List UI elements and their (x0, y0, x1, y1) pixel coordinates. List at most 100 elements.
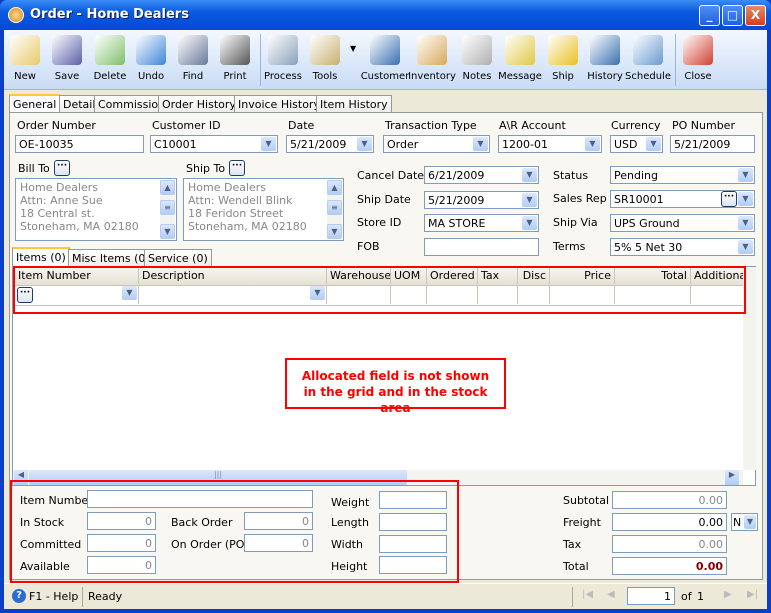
message-icon (505, 35, 535, 65)
chevron-down-icon[interactable]: ▼ (522, 168, 537, 182)
tab-item-history[interactable]: Item History (316, 95, 392, 113)
address-line: 18 Central st. (20, 207, 95, 220)
boxes-icon (417, 35, 447, 65)
freight-option-combo[interactable]: N ▼ (731, 513, 758, 531)
help-label[interactable]: F1 - Help (29, 590, 78, 603)
new-document-icon (10, 35, 40, 65)
chevron-down-icon[interactable]: ▼ (738, 168, 753, 182)
calendar-clock-icon (633, 35, 663, 65)
ar-account-combo[interactable]: 1200-01 ▼ (498, 135, 602, 153)
maximize-button[interactable]: □ (722, 5, 743, 26)
last-page-icon[interactable]: ▶| (747, 589, 758, 600)
chevron-down-icon[interactable]: ▼ (744, 515, 756, 529)
fob-field[interactable] (424, 238, 539, 256)
chevron-down-icon[interactable]: ▼ (261, 137, 276, 151)
page-number-field[interactable]: 1 (627, 587, 675, 605)
store-id-label: Store ID (357, 216, 402, 229)
ship-via-label: Ship Via (553, 216, 598, 229)
ar-account-value: 1200-01 (502, 138, 548, 151)
subtotal-label: Subtotal (563, 494, 610, 507)
scroll-down-icon[interactable]: ▼ (160, 224, 175, 239)
tab-service[interactable]: Service (0) (144, 249, 212, 267)
order-number-label: Order Number (17, 119, 96, 132)
tools-dropdown-arrow-icon[interactable]: ▼ (350, 44, 356, 53)
toolbar-button-schedule[interactable]: Schedule (625, 33, 671, 87)
scroll-right-icon[interactable]: ▶ (725, 470, 739, 485)
chevron-down-icon[interactable]: ▼ (473, 137, 488, 151)
chevron-down-icon[interactable]: ▼ (357, 137, 372, 151)
previous-page-icon[interactable]: ◀ (607, 589, 615, 600)
scroll-down-icon[interactable]: ▼ (327, 224, 342, 239)
scroll-thumb[interactable]: ≡ (327, 200, 342, 215)
ship-date-picker[interactable]: 5/21/2009 ▼ (424, 191, 539, 209)
cancel-date-picker[interactable]: 6/21/2009 ▼ (424, 166, 539, 184)
ship-via-combo[interactable]: UPS Ground ▼ (610, 214, 755, 232)
address-line: 18 Feridon Street (188, 207, 284, 220)
tab-order-history[interactable]: Order History (158, 95, 240, 113)
customer-id-label: Customer ID (152, 119, 221, 132)
bill-to-browse-button[interactable]: ··· (54, 160, 70, 176)
tab-misc-items[interactable]: Misc Items (0) (68, 249, 154, 267)
tab-invoice-history[interactable]: Invoice History (234, 95, 324, 113)
recycle-bin-icon (95, 35, 125, 65)
sales-rep-label: Sales Rep (553, 192, 607, 205)
status-divider (82, 587, 83, 607)
customer-person-icon (370, 35, 400, 65)
close-window-icon (683, 35, 713, 65)
scroll-up-icon[interactable]: ▲ (327, 180, 342, 195)
order-number-field[interactable]: OE-10035 (15, 135, 144, 153)
toolbar-button-tools[interactable]: Tools (303, 33, 347, 87)
help-icon[interactable]: ? (12, 589, 26, 603)
address-line: Attn: Wendell Blink (188, 194, 293, 207)
address-line: Home Dealers (20, 181, 99, 194)
toolbar-button-close[interactable]: Close (676, 33, 720, 87)
notepad-pen-icon (462, 35, 492, 65)
ship-to-browse-button[interactable]: ··· (229, 160, 245, 176)
chevron-down-icon[interactable]: ▼ (646, 137, 661, 151)
tab-items[interactable]: Items (0) (12, 247, 70, 266)
vertical-scrollbar[interactable]: ▲ ≡ ▼ (160, 180, 175, 239)
currency-label: Currency (611, 119, 661, 132)
tax-field: 0.00 (612, 535, 727, 553)
first-page-icon[interactable]: |◀ (582, 589, 593, 600)
chevron-down-icon[interactable]: ▼ (585, 137, 600, 151)
scroll-up-icon[interactable]: ▲ (160, 180, 175, 195)
date-picker[interactable]: 5/21/2009 ▼ (286, 135, 374, 153)
app-icon (8, 7, 24, 23)
status-bar: ? F1 - Help Ready |◀ ◀ 1 of 1 ▶ ▶| (4, 583, 767, 609)
tab-general[interactable]: General (9, 94, 61, 113)
status-label: Status (553, 169, 589, 182)
vertical-scrollbar[interactable]: ▲ ≡ ▼ (327, 180, 342, 239)
minimize-button[interactable]: _ (699, 5, 720, 26)
chevron-down-icon[interactable]: ▼ (738, 216, 753, 230)
person-hourglass-icon (590, 35, 620, 65)
toolbar-button-print[interactable]: Print (213, 33, 257, 87)
close-window-button[interactable]: X (745, 5, 766, 26)
bill-to-address[interactable]: Home Dealers Attn: Anne Sue 18 Central st.… (15, 178, 177, 241)
sales-rep-combo[interactable]: SR10001 ··· ▼ (610, 190, 755, 208)
next-page-icon[interactable]: ▶ (724, 589, 732, 600)
ship-to-address[interactable]: Home Dealers Attn: Wendell Blink 18 Ferido… (183, 178, 344, 241)
chevron-down-icon[interactable]: ▼ (738, 240, 753, 254)
floppy-disk-icon (52, 35, 82, 65)
chevron-down-icon[interactable]: ▼ (522, 216, 537, 230)
po-number-field[interactable]: 5/21/2009 (670, 135, 755, 153)
customer-id-combo[interactable]: C10001 ▼ (150, 135, 278, 153)
status-combo[interactable]: Pending ▼ (610, 166, 755, 184)
toolbar-button-customer[interactable]: Customer (361, 33, 409, 87)
transaction-type-combo[interactable]: Order ▼ (383, 135, 490, 153)
toolbar-button-label: Close (684, 71, 712, 82)
currency-value: USD (614, 138, 638, 151)
forklift-icon (548, 35, 578, 65)
status-text: Ready (88, 590, 123, 603)
chevron-down-icon[interactable]: ▼ (522, 193, 537, 207)
address-line: Attn: Anne Sue (20, 194, 103, 207)
scroll-thumb[interactable]: ≡ (160, 200, 175, 215)
store-id-combo[interactable]: MA STORE ▼ (424, 214, 539, 232)
chevron-down-icon[interactable]: ▼ (738, 192, 753, 206)
terms-combo[interactable]: 5% 5 Net 30 ▼ (610, 238, 755, 256)
sales-rep-browse-button[interactable]: ··· (721, 191, 737, 207)
freight-field[interactable]: 0.00 (612, 513, 727, 531)
currency-combo[interactable]: USD ▼ (610, 135, 663, 153)
sales-rep-value: SR10001 (614, 193, 664, 206)
